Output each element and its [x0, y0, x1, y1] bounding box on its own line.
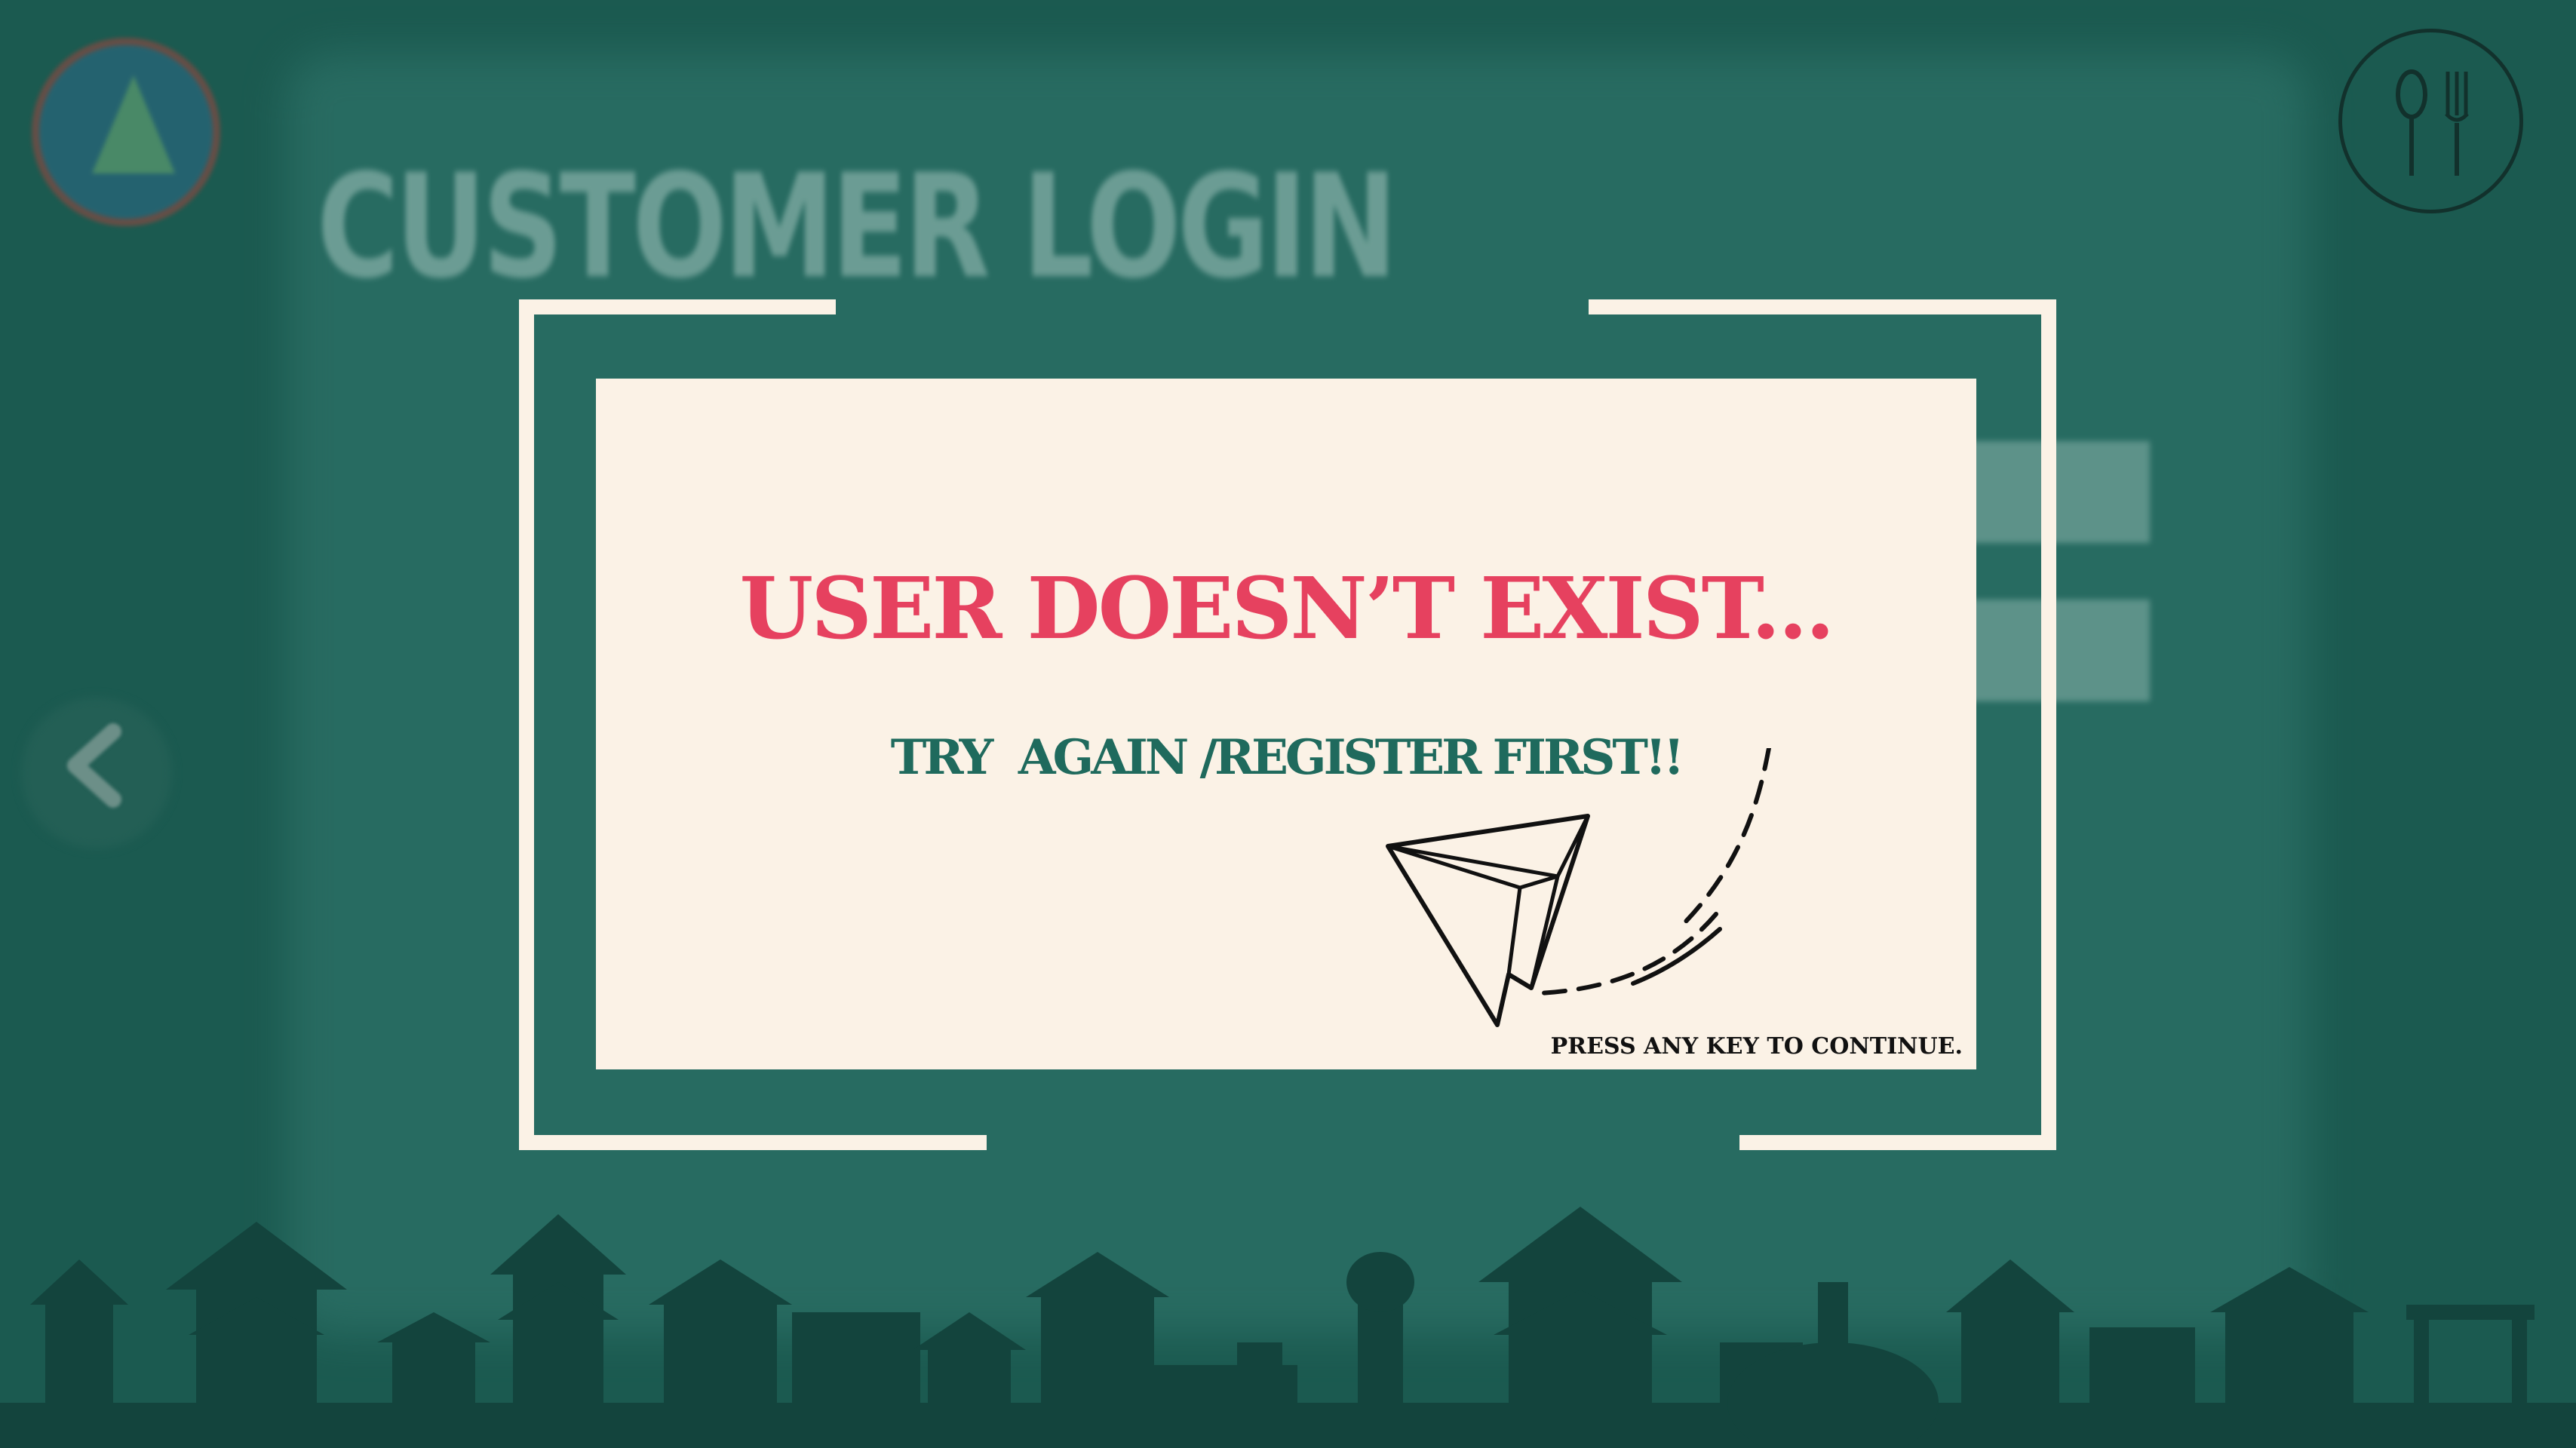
error-dialog[interactable]: USER DOESN’T EXIST... TRY AGAIN /REGISTE… [596, 379, 1976, 1069]
page-title: CUSTOMER LOGIN [317, 143, 1397, 310]
dialog-title: USER DOESN’T EXIST... [739, 560, 1835, 658]
skyline-illustration [0, 1207, 2576, 1448]
chevron-left-icon [67, 723, 121, 808]
login-screen: CUSTOMER LOGIN USER DOESN’T EXIST... TRY… [0, 0, 2576, 1448]
spoon-fork-icon[interactable] [2338, 29, 2523, 213]
paper-plane-icon [1386, 748, 1771, 1027]
emblem-logo-icon [32, 38, 220, 226]
continue-hint: PRESS ANY KEY TO CONTINUE. [1550, 1033, 1963, 1060]
